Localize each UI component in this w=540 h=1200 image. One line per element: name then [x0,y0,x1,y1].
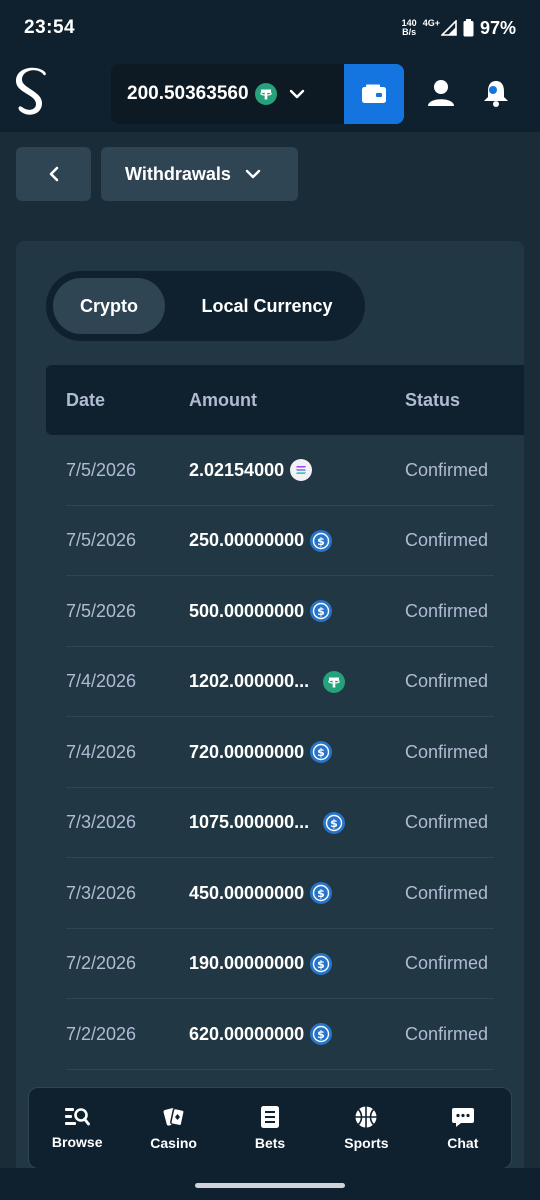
table-row[interactable]: 7/5/2026 250.00000000 $ Confirmed [66,506,494,576]
row-date: 7/2/2026 [66,953,137,973]
column-date[interactable]: Date [66,365,105,435]
usdc-icon: $ [310,882,333,904]
balance-amount: 200.50363560 [127,83,249,104]
row-date: 7/5/2026 [66,530,137,550]
balance-selector[interactable]: 200.50363560 [111,64,346,124]
table-row[interactable]: 7/4/2026 720.00000000 $ Confirmed [66,717,494,788]
net-speed: 140 B/s [401,18,417,37]
nav-sports[interactable]: Sports [318,1088,414,1168]
app-header: 200.50363560 [0,56,540,132]
dropdown-label: Withdrawals [125,163,231,184]
chat-icon [451,1108,474,1127]
row-amount: 1202.000000... [189,647,346,717]
chevron-down-icon [289,89,304,99]
svg-text:$: $ [317,535,325,548]
row-date: 7/2/2026 [66,1023,137,1044]
status-time: 23:54 [24,17,76,38]
nav-chat[interactable]: Chat [415,1088,511,1168]
svg-text:$: $ [317,887,325,900]
battery-icon [463,19,474,37]
row-amount: 620.00000000 $ [189,999,333,1069]
row-amount: 720.00000000 $ [189,717,333,787]
usdc-icon: $ [310,529,333,552]
battery-level: 97% [479,17,516,38]
row-amount: 500.00000000 $ [189,576,333,646]
svg-text:$: $ [317,958,325,971]
svg-text:$: $ [317,746,325,759]
basketball-icon [355,1106,377,1128]
svg-text:$: $ [330,817,338,830]
tab-local-currency[interactable]: Local Currency [176,278,358,334]
row-amount: 450.00000000 $ [189,858,333,928]
row-date: 7/4/2026 [66,741,137,762]
usdc-icon: $ [310,1023,333,1045]
nav-casino[interactable]: Casino [125,1088,221,1168]
row-date: 7/4/2026 [66,671,137,691]
row-status: Confirmed [405,459,489,480]
row-status: Confirmed [405,600,489,621]
solana-icon [290,459,313,481]
table-row[interactable]: 7/3/2026 1075.000000... $ Confirmed [66,788,494,858]
bell-icon[interactable] [481,78,511,108]
usdc-icon: $ [310,741,333,763]
tab-crypto[interactable]: Crypto [53,278,165,334]
row-status: Confirmed [405,1023,489,1044]
chevron-left-icon [49,166,58,182]
transactions-type-dropdown[interactable]: Withdrawals [101,147,298,201]
svg-text:$: $ [317,1028,325,1041]
stake-logo-icon[interactable] [14,66,50,122]
tether-icon [323,670,346,693]
bets-icon [261,1106,280,1128]
transactions-card: Crypto Local Currency Date Amount Status… [16,241,524,1200]
table-row[interactable]: 7/5/2026 2.02154000 Confirmed [66,435,494,506]
usdc-icon: $ [310,952,333,975]
cell-signal-icon: 4G+ [423,18,457,36]
row-date: 7/3/2026 [66,812,137,832]
wallet-button[interactable] [344,64,404,124]
row-amount: 250.00000000 $ [189,506,333,576]
back-button[interactable] [16,147,91,201]
wallet-icon [362,84,386,103]
tether-icon [254,83,277,105]
row-status: Confirmed [405,953,489,973]
usdc-icon: $ [323,811,346,834]
row-status: Confirmed [405,741,489,762]
row-status: Confirmed [405,530,489,550]
row-status: Confirmed [405,812,489,832]
table-row[interactable]: 7/2/2026 620.00000000 $ Confirmed [66,999,494,1070]
table-header: Date Amount Status [46,365,524,435]
column-amount[interactable]: Amount [189,365,257,435]
browse-icon [65,1108,91,1126]
home-gesture-handle[interactable] [195,1183,345,1188]
cards-icon [163,1107,185,1127]
row-amount: 1075.000000... $ [189,788,346,858]
row-date: 7/3/2026 [66,882,137,903]
nav-browse[interactable]: Browse [29,1088,125,1168]
row-status: Confirmed [405,671,489,691]
nav-bets[interactable]: Bets [222,1088,318,1168]
table-row[interactable]: 7/2/2026 190.00000000 $ Confirmed [66,929,494,999]
row-amount: 2.02154000 [189,435,313,505]
table-row[interactable]: 7/3/2026 450.00000000 $ Confirmed [66,858,494,929]
currency-type-toggle: Crypto Local Currency [46,271,365,341]
table-row[interactable]: 7/5/2026 500.00000000 $ Confirmed [66,576,494,647]
row-date: 7/5/2026 [66,459,137,480]
column-status[interactable]: Status [405,365,460,435]
user-icon[interactable] [426,78,456,108]
usdc-icon: $ [310,600,333,622]
table-row[interactable]: 7/4/2026 1202.000000... Confirmed [66,647,494,717]
row-status: Confirmed [405,882,489,903]
transactions-table: 7/5/2026 2.02154000 Confirmed 7/5/2026 2… [66,435,494,1070]
bottom-navigation: Browse Casino Bets Sports Chat [28,1087,512,1169]
svg-text:$: $ [317,605,325,618]
chevron-down-icon [245,169,261,179]
status-bar: 23:54 140 B/s 4G+ 97% [0,0,540,56]
row-date: 7/5/2026 [66,600,137,621]
row-amount: 190.00000000 $ [189,929,333,999]
